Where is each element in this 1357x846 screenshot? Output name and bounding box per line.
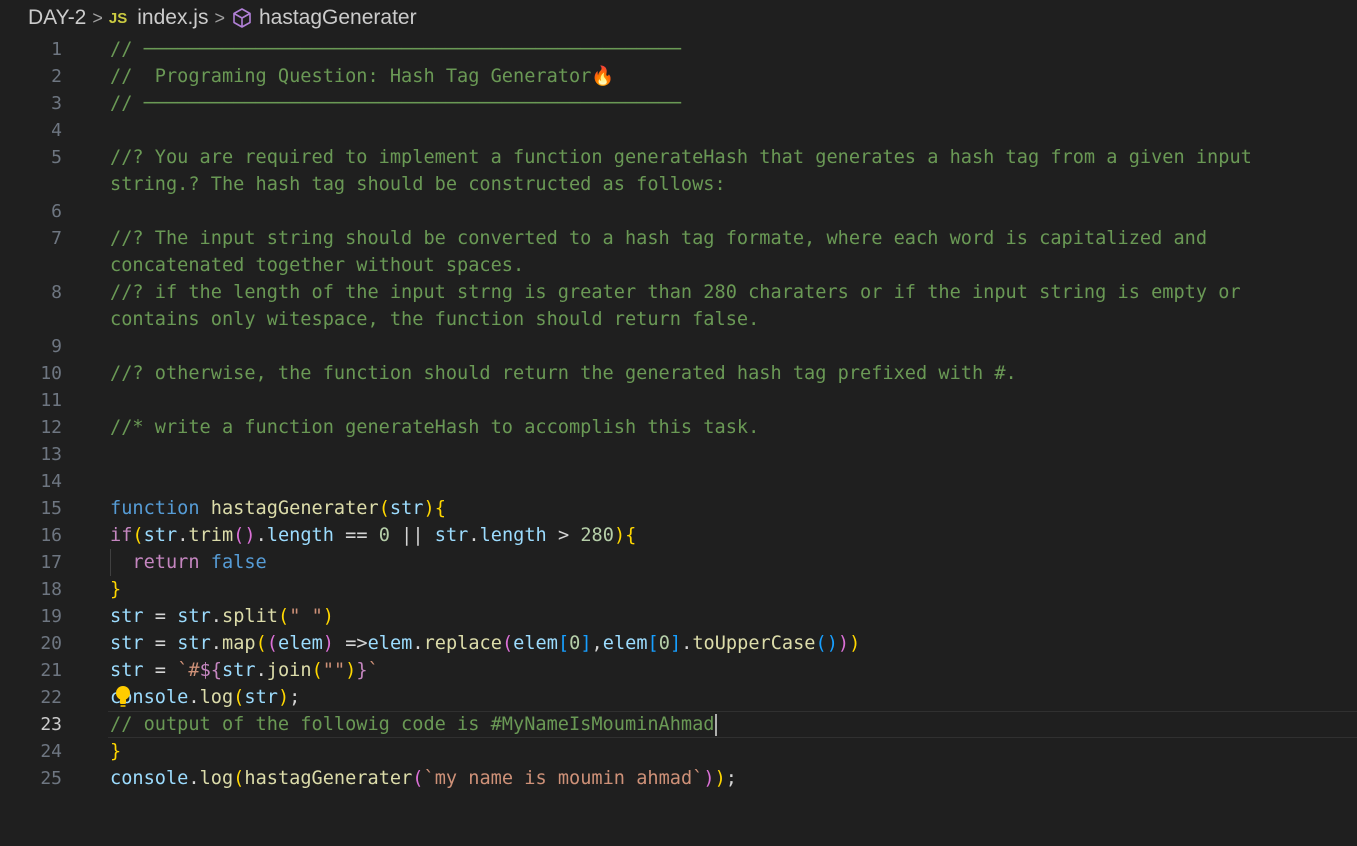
line-text[interactable]: //? if the length of the input strng is … bbox=[110, 279, 1357, 306]
line-text[interactable]: //? otherwise, the function should retur… bbox=[110, 360, 1357, 387]
code-line: 16 if(str.trim().length == 0 || str.leng… bbox=[0, 522, 1357, 549]
line-number: 11 bbox=[40, 390, 62, 411]
line-number: 5 bbox=[51, 147, 62, 168]
lightbulb-icon[interactable] bbox=[112, 684, 134, 711]
line-text[interactable]: console.log(hastagGenerater(`my name is … bbox=[110, 765, 1357, 792]
line-number: 19 bbox=[40, 606, 62, 627]
line-number: 14 bbox=[40, 471, 62, 492]
code-line: 25 console.log(hastagGenerater(`my name … bbox=[0, 765, 1357, 792]
line-number: 8 bbox=[51, 282, 62, 303]
line-text[interactable]: // ─────────────────────────────────────… bbox=[110, 90, 1357, 117]
breadcrumb-folder[interactable]: DAY-2 bbox=[28, 6, 86, 30]
code-line: 17 return false bbox=[0, 549, 1357, 576]
code-line: 19 str = str.split(" ") bbox=[0, 603, 1357, 630]
code-line: 6 bbox=[0, 198, 1357, 225]
line-number: 3 bbox=[51, 93, 62, 114]
chevron-right-icon: > bbox=[214, 7, 225, 28]
line-number: 18 bbox=[40, 579, 62, 600]
line-text[interactable]: //* write a function generateHash to acc… bbox=[110, 414, 1357, 441]
line-text[interactable]: //? The input string should be converted… bbox=[110, 225, 1357, 252]
line-text-content: // output of the followig code is #MyNam… bbox=[110, 714, 715, 735]
line-text[interactable]: } bbox=[110, 738, 1357, 765]
line-text[interactable]: // Programing Question: Hash Tag Generat… bbox=[110, 63, 1357, 90]
line-number: 17 bbox=[40, 552, 62, 573]
code-line: 11 bbox=[0, 387, 1357, 414]
code-line: 21 str = `#${str.join("")}` bbox=[0, 657, 1357, 684]
code-line: 3 // ───────────────────────────────────… bbox=[0, 90, 1357, 117]
line-number: 23 bbox=[40, 714, 62, 735]
line-number: 4 bbox=[51, 120, 62, 141]
code-line: 15 function hastagGenerater(str){ bbox=[0, 495, 1357, 522]
line-text-wrap[interactable]: concatenated together without spaces. bbox=[110, 252, 1357, 279]
code-line: 10 //? otherwise, the function should re… bbox=[0, 360, 1357, 387]
line-number: 13 bbox=[40, 444, 62, 465]
line-text[interactable]: // ─────────────────────────────────────… bbox=[110, 36, 1357, 63]
line-number: 6 bbox=[51, 201, 62, 222]
chevron-right-icon: > bbox=[92, 7, 103, 28]
line-number: 16 bbox=[40, 525, 62, 546]
code-line: 1 // ───────────────────────────────────… bbox=[0, 36, 1357, 63]
code-line-wrap: contains only witespace, the function sh… bbox=[0, 306, 1357, 333]
line-number: 12 bbox=[40, 417, 62, 438]
line-number: 2 bbox=[51, 66, 62, 87]
line-text[interactable]: console.log(str); bbox=[110, 684, 1357, 711]
line-text[interactable]: str = `#${str.join("")}` bbox=[110, 657, 1357, 684]
line-text[interactable]: } bbox=[110, 576, 1357, 603]
line-number: 15 bbox=[40, 498, 62, 519]
code-line-wrap: string.? The hash tag should be construc… bbox=[0, 171, 1357, 198]
line-number: 21 bbox=[40, 660, 62, 681]
line-number: 22 bbox=[40, 687, 62, 708]
line-number: 9 bbox=[51, 336, 62, 357]
line-number: 10 bbox=[40, 363, 62, 384]
code-line: 8 //? if the length of the input strng i… bbox=[0, 279, 1357, 306]
line-text[interactable]: return false bbox=[110, 549, 1357, 576]
code-line: 9 bbox=[0, 333, 1357, 360]
code-line-current: 23 // output of the followig code is #My… bbox=[0, 711, 1357, 738]
line-text[interactable]: //? You are required to implement a func… bbox=[110, 144, 1357, 171]
line-text[interactable]: if(str.trim().length == 0 || str.length … bbox=[110, 522, 1357, 549]
code-line: 5 //? You are required to implement a fu… bbox=[0, 144, 1357, 171]
line-number: 24 bbox=[40, 741, 62, 762]
line-text-wrap[interactable]: contains only witespace, the function sh… bbox=[110, 306, 1357, 333]
code-line: 20 str = str.map((elem) =>elem.replace(e… bbox=[0, 630, 1357, 657]
line-number: 7 bbox=[51, 228, 62, 249]
code-line: 18 } bbox=[0, 576, 1357, 603]
line-text[interactable]: function hastagGenerater(str){ bbox=[110, 495, 1357, 522]
line-text-wrap[interactable]: string.? The hash tag should be construc… bbox=[110, 171, 1357, 198]
breadcrumb: DAY-2 > JS index.js > hastagGenerater bbox=[0, 0, 1357, 36]
line-number: 20 bbox=[40, 633, 62, 654]
line-text[interactable]: // output of the followig code is #MyNam… bbox=[110, 711, 1357, 738]
line-number: 1 bbox=[51, 39, 62, 60]
breadcrumb-file[interactable]: index.js bbox=[137, 6, 208, 30]
line-text[interactable]: str = str.split(" ") bbox=[110, 603, 1357, 630]
code-line: 12 //* write a function generateHash to … bbox=[0, 414, 1357, 441]
code-line: 2 // Programing Question: Hash Tag Gener… bbox=[0, 63, 1357, 90]
text-cursor bbox=[714, 713, 717, 736]
line-text[interactable]: str = str.map((elem) =>elem.replace(elem… bbox=[110, 630, 1357, 657]
code-line: 4 bbox=[0, 117, 1357, 144]
code-line: 13 bbox=[0, 441, 1357, 468]
code-line: 22 console.log(str); bbox=[0, 684, 1357, 711]
code-line-wrap: concatenated together without spaces. bbox=[0, 252, 1357, 279]
code-line: 14 bbox=[0, 468, 1357, 495]
breadcrumb-symbol[interactable]: hastagGenerater bbox=[259, 6, 417, 30]
cube-icon bbox=[231, 7, 253, 29]
code-line: 24 } bbox=[0, 738, 1357, 765]
line-number: 25 bbox=[40, 768, 62, 789]
js-file-icon: JS bbox=[108, 9, 128, 27]
code-line: 7 //? The input string should be convert… bbox=[0, 225, 1357, 252]
